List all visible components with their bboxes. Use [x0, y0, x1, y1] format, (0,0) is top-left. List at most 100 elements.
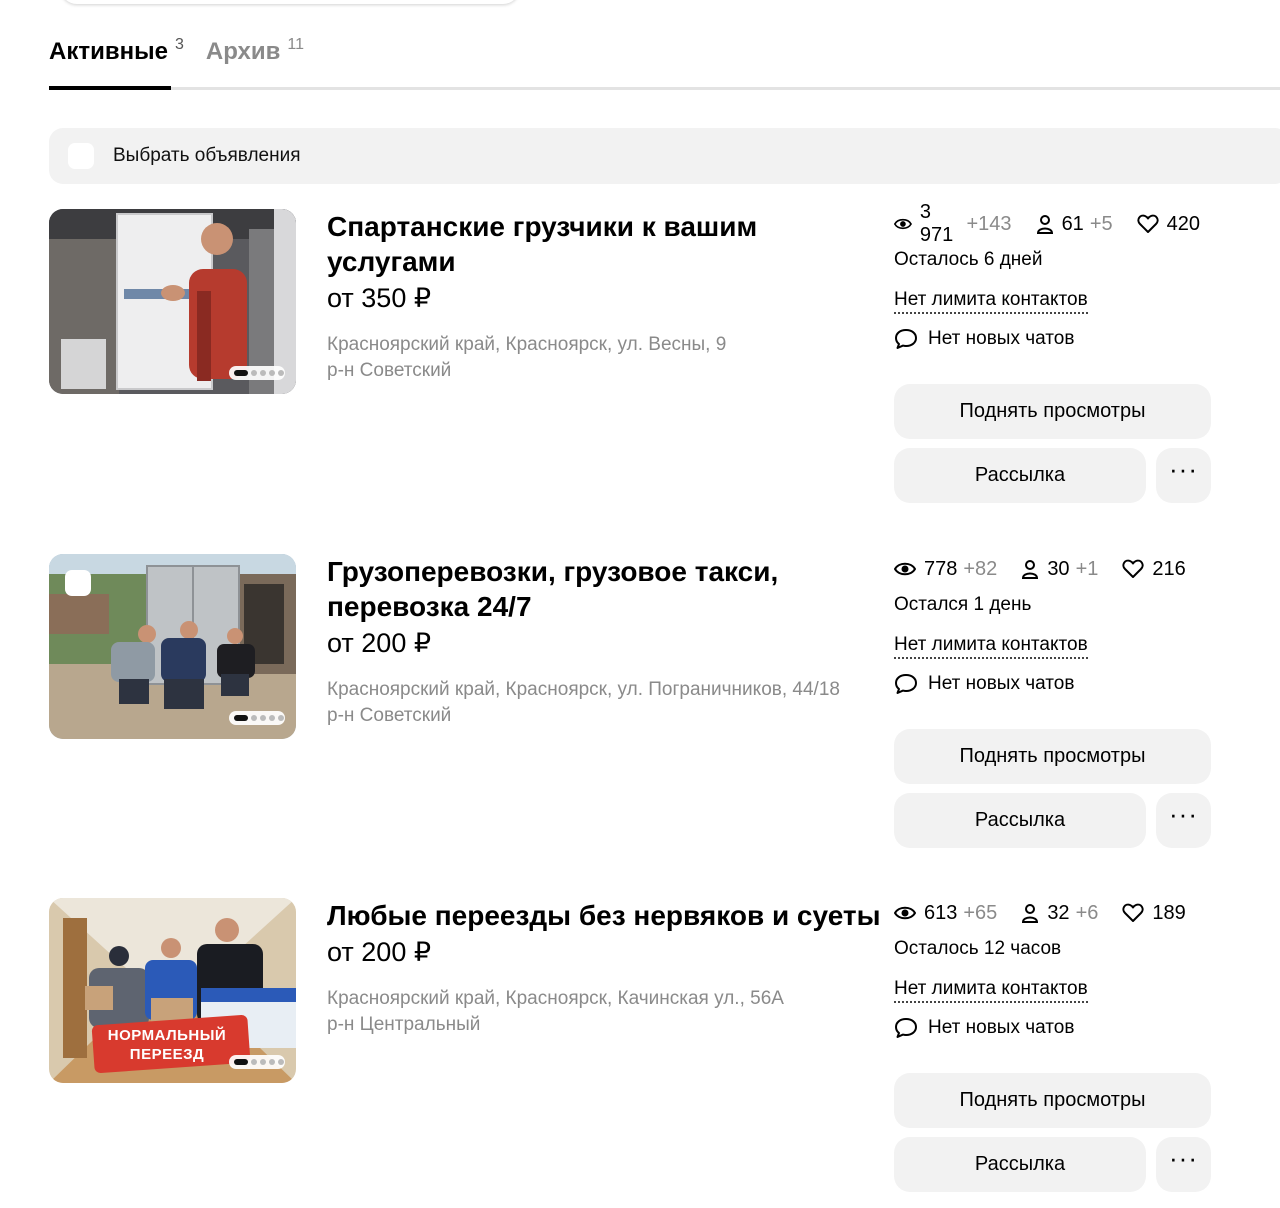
more-options-button[interactable]: ··· [1156, 1137, 1211, 1192]
views-delta: +143 [966, 212, 1012, 235]
person-icon [1022, 560, 1039, 579]
eye-icon [894, 562, 916, 576]
chats-label: Нет новых чатов [928, 328, 1075, 349]
select-all-label[interactable]: Выбрать объявления [113, 145, 301, 167]
chat-bubble-icon [895, 1018, 917, 1038]
tab-active[interactable]: Активные 3 [49, 36, 184, 66]
favorites-count: 216 [1152, 557, 1186, 580]
chats-label: Нет новых чатов [928, 673, 1075, 694]
tab-archive-count: 11 [287, 36, 304, 53]
listing-photo[interactable] [49, 209, 296, 394]
views-delta: +65 [963, 901, 998, 924]
listing-price: от 200 ₽ [327, 628, 432, 658]
select-listings-bar: Выбрать объявления [49, 128, 1280, 184]
tab-active-label: Активные [49, 38, 168, 65]
listing-title[interactable]: Любые переезды без нервяков и суеты [327, 898, 897, 933]
contacts-count: 30 [1047, 557, 1070, 580]
more-dots-icon: ··· [1169, 1143, 1198, 1173]
heart-icon [1122, 903, 1144, 922]
raise-views-button[interactable]: Поднять просмотры [894, 1073, 1211, 1128]
listing-district: р-н Советский [327, 360, 452, 381]
contact-limit-link[interactable]: Нет лимита контактов [894, 978, 1088, 1003]
tab-archive-label: Архив [205, 38, 281, 65]
listing-stats: 3 971 +143 61 +5 420 Осталось 6 дней Нет… [894, 201, 1224, 350]
listing-card: Спартанские грузчики к вашим услугами от… [49, 201, 1280, 529]
chats-status[interactable]: Нет новых чатов [894, 673, 1224, 695]
listing-district: р-н Центральный [327, 1014, 481, 1035]
favorites-stat: 216 [1122, 557, 1186, 581]
page: Активные 3 Архив 11 Выбрать объявления С… [0, 0, 1280, 1208]
eye-icon [894, 906, 916, 920]
more-dots-icon: ··· [1169, 799, 1198, 829]
active-tab-indicator [49, 86, 171, 90]
views-count: 613 [924, 901, 958, 924]
favorites-count: 420 [1166, 212, 1200, 235]
listing-title[interactable]: Спартанские грузчики к вашим услугами [327, 209, 882, 279]
views-stat: 778 +82 [894, 558, 997, 581]
listing-info: Грузоперевозки, грузовое такси, перевозк… [327, 554, 882, 730]
raise-views-button[interactable]: Поднять просмотры [894, 384, 1211, 439]
mailing-button[interactable]: Рассылка [894, 1137, 1146, 1192]
listing-info: Спартанские грузчики к вашим услугами от… [327, 209, 882, 385]
listing-address: Красноярский край, Красноярск, ул. Погра… [327, 679, 840, 700]
listing-address: Красноярский край, Красноярск, ул. Весны… [327, 334, 727, 355]
listing-card: НОРМАЛЬНЫЙ ПЕРЕЕЗД Любые переезды без не… [49, 898, 1280, 1208]
more-dots-icon: ··· [1169, 454, 1198, 484]
tab-archive[interactable]: Архив 11 [205, 36, 304, 66]
favorites-stat: 420 [1137, 213, 1200, 236]
more-options-button[interactable]: ··· [1156, 793, 1211, 848]
search-bar-edge[interactable] [60, 0, 520, 4]
contacts-delta: +1 [1075, 557, 1099, 580]
tab-active-count: 3 [174, 36, 184, 53]
contacts-stat: 30 +1 [1021, 558, 1098, 581]
contacts-stat: 61 +5 [1036, 213, 1113, 236]
listing-stats: 613 +65 32 +6 189 Осталось 12 часов Нет … [894, 898, 1224, 1039]
views-count: 778 [924, 557, 958, 580]
listing-title[interactable]: Грузоперевозки, грузовое такси, перевозк… [327, 554, 882, 624]
eye-icon [894, 218, 912, 230]
select-all-checkbox[interactable] [68, 143, 94, 169]
person-icon [1022, 904, 1039, 923]
favorites-stat: 189 [1122, 901, 1186, 925]
photo-pagination [229, 1055, 285, 1069]
views-stat: 613 +65 [894, 902, 997, 925]
contact-limit-link[interactable]: Нет лимита контактов [894, 634, 1088, 659]
mailing-button[interactable]: Рассылка [894, 448, 1146, 503]
raise-views-button[interactable]: Поднять просмотры [894, 729, 1211, 784]
person-icon [1036, 215, 1053, 234]
contacts-delta: +5 [1089, 212, 1113, 235]
chat-bubble-icon [895, 329, 917, 349]
listing-card: Грузоперевозки, грузовое такси, перевозк… [49, 554, 1280, 874]
time-remaining: Осталось 12 часов [894, 938, 1062, 959]
listing-price: от 200 ₽ [327, 937, 432, 967]
views-delta: +82 [963, 557, 998, 580]
more-options-button[interactable]: ··· [1156, 448, 1211, 503]
listing-price: от 350 ₽ [327, 283, 432, 313]
contacts-count: 32 [1047, 901, 1070, 924]
photo-pagination [229, 366, 285, 380]
listing-select-checkbox[interactable] [65, 570, 91, 596]
listing-photo[interactable] [49, 554, 296, 739]
listing-photo[interactable]: НОРМАЛЬНЫЙ ПЕРЕЕЗД [49, 898, 296, 1083]
listing-address: Красноярский край, Красноярск, Качинская… [327, 988, 784, 1009]
chats-status[interactable]: Нет новых чатов [894, 328, 1224, 350]
mailing-button[interactable]: Рассылка [894, 793, 1146, 848]
chat-bubble-icon [895, 674, 917, 694]
photo-pagination [229, 711, 285, 725]
contacts-stat: 32 +6 [1021, 902, 1098, 925]
listing-district: р-н Советский [327, 705, 452, 726]
tabs: Активные 3 Архив 11 [49, 36, 304, 66]
favorites-count: 189 [1152, 901, 1186, 924]
contacts-count: 61 [1061, 212, 1084, 235]
photo-caption: НОРМАЛЬНЫЙ ПЕРЕЕЗД [107, 1027, 227, 1063]
views-count: 3 971 [919, 201, 954, 246]
contact-limit-link[interactable]: Нет лимита контактов [894, 289, 1088, 314]
listing-info: Любые переезды без нервяков и суеты от 2… [327, 898, 897, 1039]
chats-label: Нет новых чатов [928, 1017, 1075, 1038]
views-stat: 3 971 +143 [894, 201, 1012, 247]
tabs-divider [49, 87, 1280, 90]
chats-status[interactable]: Нет новых чатов [894, 1017, 1224, 1039]
heart-icon [1122, 559, 1144, 578]
heart-icon [1137, 214, 1159, 233]
contacts-delta: +6 [1075, 901, 1099, 924]
